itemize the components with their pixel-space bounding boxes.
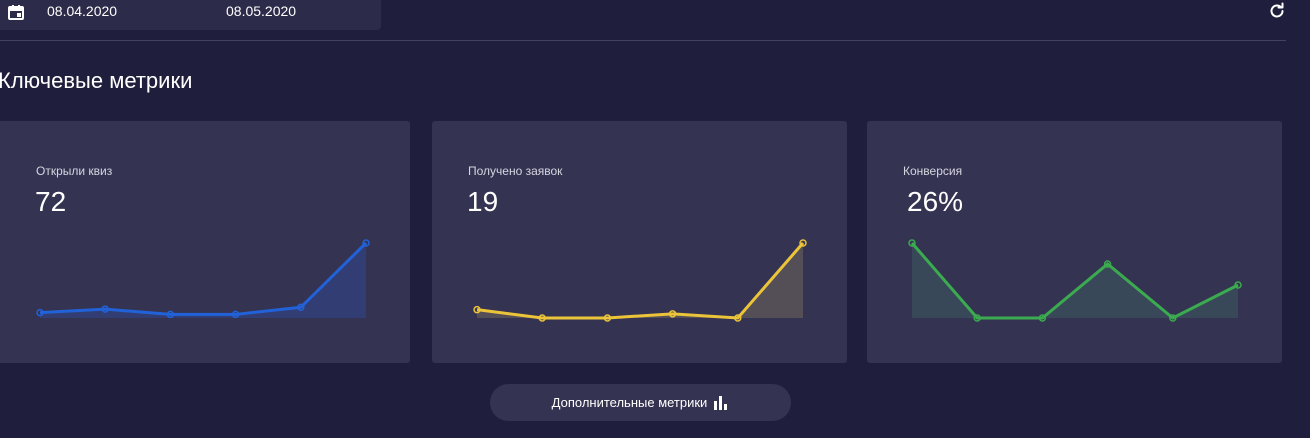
metric-card-requests: Получено заявок 19 xyxy=(432,121,847,363)
sparkline-area xyxy=(40,243,366,318)
section-title: Ключевые метрики xyxy=(0,68,193,93)
calendar-icon[interactable] xyxy=(8,4,24,20)
metric-sparkline xyxy=(908,239,1242,322)
more-metrics-button[interactable]: Дополнительные метрики xyxy=(490,384,791,421)
sparkline-area xyxy=(912,243,1238,318)
metric-card-opened-quiz: Открыли квиз 72 xyxy=(0,121,410,363)
header-divider xyxy=(0,40,1286,41)
date-start[interactable]: 08.04.2020 xyxy=(47,3,117,19)
metric-card-conversion: Конверсия 26% xyxy=(867,121,1282,363)
sparkline-area xyxy=(477,243,803,318)
scrollbar[interactable] xyxy=(1297,0,1310,438)
metric-sparkline xyxy=(473,239,807,322)
more-metrics-label: Дополнительные метрики xyxy=(551,395,708,410)
date-range-picker[interactable]: 08.04.2020 08.05.2020 xyxy=(0,0,381,30)
refresh-icon[interactable] xyxy=(1268,2,1286,20)
bar-chart-icon xyxy=(714,395,728,410)
date-end[interactable]: 08.05.2020 xyxy=(226,3,296,19)
metric-sparkline xyxy=(36,239,370,319)
